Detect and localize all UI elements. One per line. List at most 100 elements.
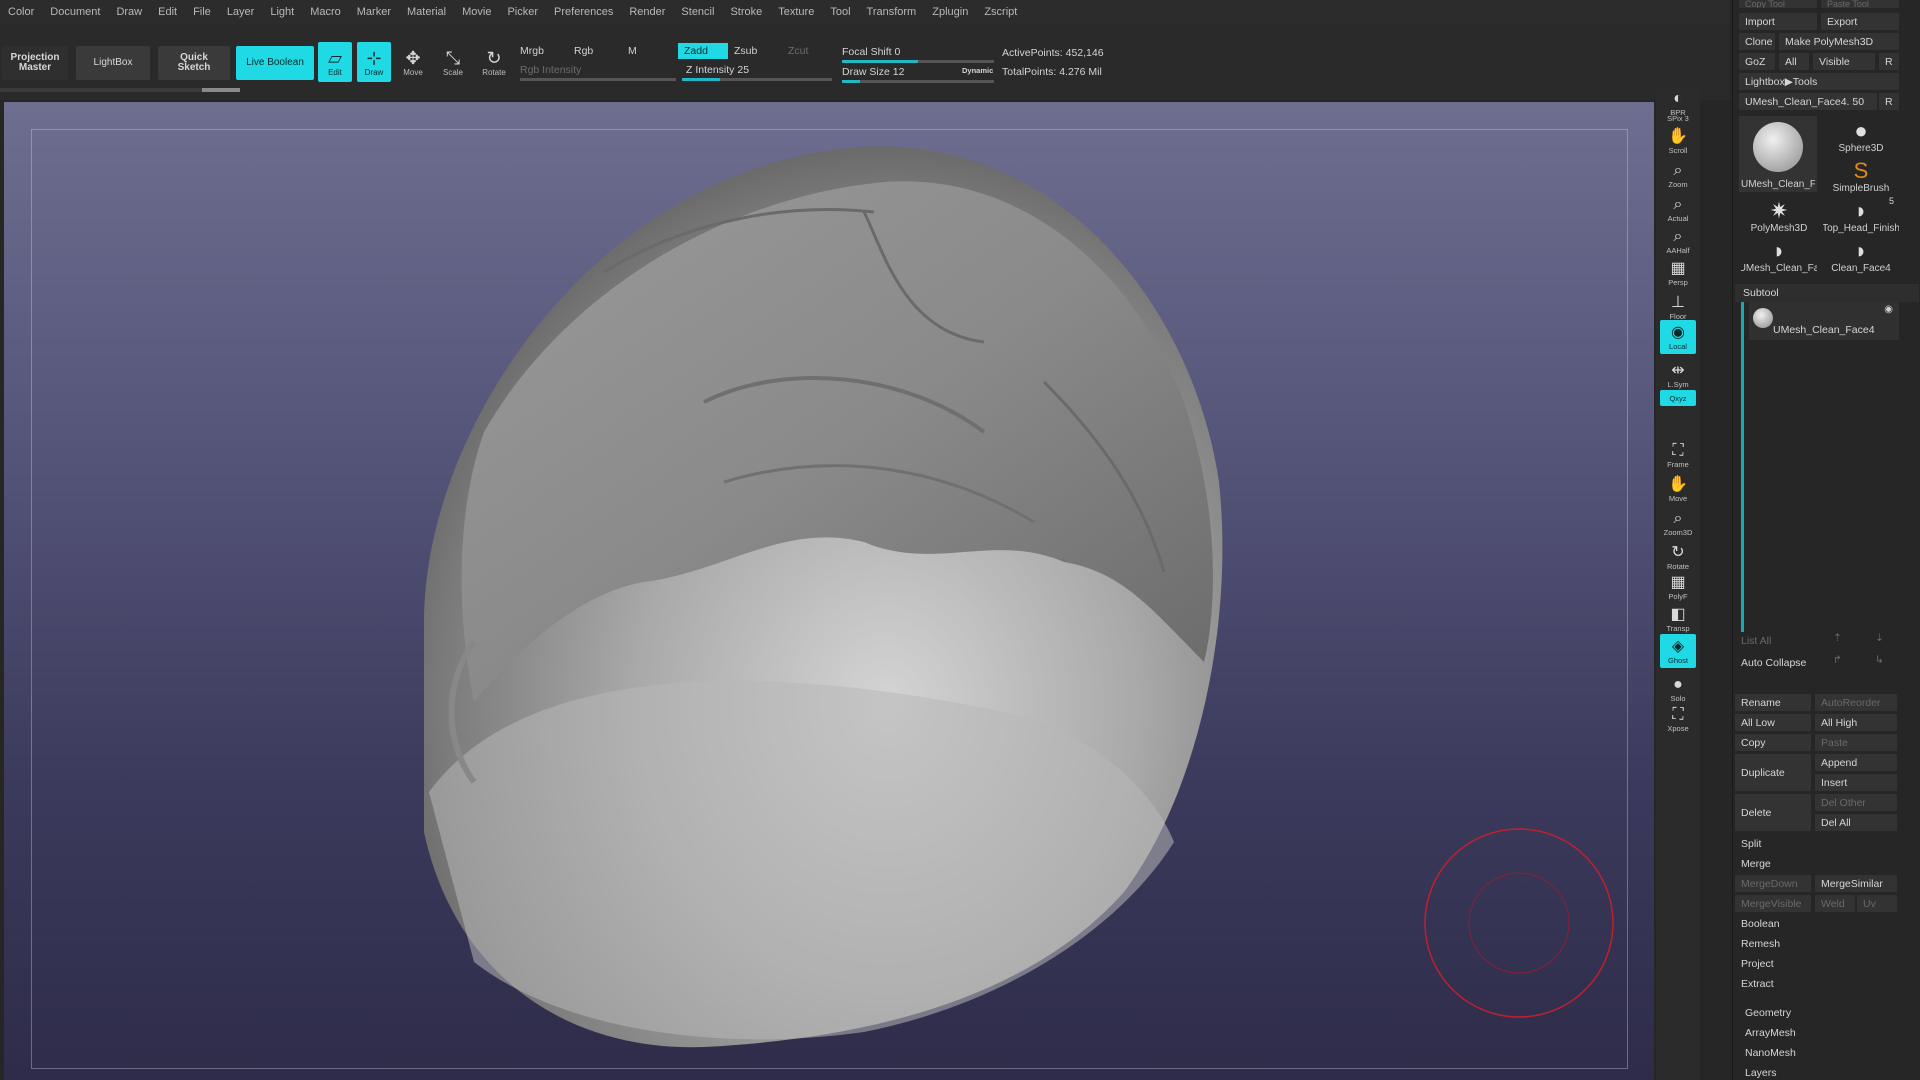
z-intensity-slider[interactable]	[682, 78, 832, 81]
paste-tool-button[interactable]: Paste Tool	[1821, 0, 1899, 8]
del-other-button[interactable]: Del Other	[1815, 794, 1897, 811]
toolbar-scrollbar[interactable]	[0, 88, 240, 92]
rename-button[interactable]: Rename	[1735, 694, 1811, 711]
quick-sketch-button[interactable]: Quick Sketch	[158, 46, 230, 80]
del-all-button[interactable]: Del All	[1815, 814, 1897, 831]
shelf-move-button[interactable]: ✋ Move	[1660, 472, 1696, 506]
tool-thumb-umesh[interactable]: ◗ UMesh_Clean_Fa	[1741, 234, 1817, 275]
subtool-item[interactable]: ◉ UMesh_Clean_Face4	[1749, 302, 1899, 340]
zcut-button[interactable]: Zcut	[782, 43, 822, 59]
lightbox-button[interactable]: LightBox	[76, 46, 150, 80]
mergesimilar-button[interactable]: MergeSimilar	[1815, 875, 1897, 892]
shelf-l-sym-button[interactable]: ⇹ L.Sym	[1660, 358, 1696, 392]
arrow-up-icon[interactable]: ⇡	[1833, 632, 1842, 644]
list-all-button[interactable]: List All	[1735, 632, 1815, 649]
arraymesh-menu[interactable]: ArrayMesh	[1745, 1027, 1796, 1039]
append-button[interactable]: Append	[1815, 754, 1897, 771]
shelf-zoom3d-button[interactable]: ⌕ Zoom3D	[1660, 506, 1696, 540]
duplicate-button[interactable]: Duplicate	[1735, 754, 1811, 791]
menu-item-tool[interactable]: Tool	[822, 6, 858, 18]
export-button[interactable]: Export	[1821, 13, 1899, 30]
make-polymesh-button[interactable]: Make PolyMesh3D	[1779, 33, 1899, 50]
shelf-aahalf-button[interactable]: ⌕ AAHalf	[1660, 224, 1696, 258]
shelf-ghost-button[interactable]: ◈ Ghost	[1660, 634, 1696, 668]
menu-item-macro[interactable]: Macro	[302, 6, 349, 18]
paste-button[interactable]: Paste	[1815, 734, 1897, 751]
goz-button[interactable]: GoZ	[1739, 53, 1775, 70]
menu-item-picker[interactable]: Picker	[499, 6, 546, 18]
edit-button[interactable]: ▱ Edit	[318, 42, 352, 82]
shelf-zoom-button[interactable]: ⌕ Zoom	[1660, 158, 1696, 192]
copy-tool-button[interactable]: Copy Tool	[1739, 0, 1817, 8]
import-button[interactable]: Import	[1739, 13, 1817, 30]
canvas-viewport[interactable]	[4, 102, 1654, 1080]
focal-shift-slider[interactable]	[842, 60, 994, 63]
menu-item-edit[interactable]: Edit	[150, 6, 185, 18]
weld-toggle[interactable]: Weld	[1815, 895, 1855, 912]
tool-thumb-active[interactable]: UMesh_Clean_Fa	[1739, 116, 1817, 192]
subtool-header[interactable]: Subtool	[1735, 284, 1919, 302]
menu-item-preferences[interactable]: Preferences	[546, 6, 621, 18]
scale-button[interactable]: ⤡ Scale	[436, 42, 470, 82]
zsub-button[interactable]: Zsub	[728, 43, 778, 59]
split-section[interactable]: Split	[1735, 835, 1897, 852]
zadd-button[interactable]: Zadd	[678, 43, 728, 59]
shelf-persp-button[interactable]: ▦ Persp	[1660, 256, 1696, 290]
project-section[interactable]: Project	[1735, 955, 1897, 972]
shelf-transp-button[interactable]: ◧ Transp	[1660, 602, 1696, 636]
head-sculpt-model[interactable]	[4, 102, 1654, 1080]
nanomesh-menu[interactable]: NanoMesh	[1745, 1047, 1796, 1059]
menu-item-file[interactable]: File	[185, 6, 219, 18]
menu-item-stencil[interactable]: Stencil	[673, 6, 722, 18]
shelf-rotate-button[interactable]: ↻ Rotate	[1660, 540, 1696, 574]
clone-button[interactable]: Clone	[1739, 33, 1775, 50]
shelf-floor-button[interactable]: ⊥ Floor	[1660, 290, 1696, 324]
goz-all-button[interactable]: All	[1779, 53, 1809, 70]
tool-thumb-sphere3d[interactable]: ● Sphere3D	[1823, 114, 1899, 155]
menu-item-stroke[interactable]: Stroke	[722, 6, 770, 18]
tool-r-button[interactable]: R	[1879, 93, 1899, 110]
subtool-scrollbar[interactable]	[1741, 302, 1744, 632]
layers-menu[interactable]: Layers	[1745, 1067, 1777, 1079]
shelf-qxyz-button[interactable]: Qxyz	[1660, 390, 1696, 406]
m-button[interactable]: M	[622, 43, 662, 59]
live-boolean-button[interactable]: Live Boolean	[236, 46, 314, 80]
extract-section[interactable]: Extract	[1735, 975, 1897, 992]
shelf-solo-button[interactable]: ● Solo	[1660, 672, 1696, 706]
tool-thumb-top-head[interactable]: ◗ Top_Head_Finish	[1823, 194, 1899, 235]
menu-item-texture[interactable]: Texture	[770, 6, 822, 18]
mergedown-button[interactable]: MergeDown	[1735, 875, 1811, 892]
all-high-button[interactable]: All High	[1815, 714, 1897, 731]
menu-item-zscript[interactable]: Zscript	[976, 6, 1025, 18]
goz-r-button[interactable]: R	[1879, 53, 1899, 70]
lightbox-tools-button[interactable]: Lightbox▶Tools	[1739, 73, 1899, 90]
tool-thumb-clean-face4[interactable]: ◗ Clean_Face4	[1823, 234, 1899, 275]
mergevisible-button[interactable]: MergeVisible	[1735, 895, 1811, 912]
arrow-down-icon[interactable]: ⇣	[1875, 632, 1884, 644]
rgb-intensity-slider[interactable]	[520, 78, 676, 81]
goz-visible-button[interactable]: Visible	[1813, 53, 1875, 70]
rgb-button[interactable]: Rgb	[568, 43, 618, 59]
shelf-local-button[interactable]: ◉ Local	[1660, 320, 1696, 354]
current-tool-slider[interactable]: UMesh_Clean_Face4. 50	[1739, 93, 1877, 110]
move-down-icon[interactable]: ↳	[1875, 654, 1884, 666]
draw-button[interactable]: ⊹ Draw	[357, 42, 391, 82]
rotate-button[interactable]: ↻ Rotate	[477, 42, 511, 82]
menu-item-marker[interactable]: Marker	[349, 6, 399, 18]
delete-button[interactable]: Delete	[1735, 794, 1811, 831]
menu-item-layer[interactable]: Layer	[219, 6, 263, 18]
shelf-actual-button[interactable]: ⌕ Actual	[1660, 192, 1696, 226]
shelf-polyf-button[interactable]: ▦ PolyF	[1660, 570, 1696, 604]
menu-item-movie[interactable]: Movie	[454, 6, 499, 18]
tool-thumb-polymesh3d[interactable]: ✷ PolyMesh3D	[1741, 194, 1817, 235]
geometry-menu[interactable]: Geometry	[1745, 1007, 1791, 1019]
autoreorder-button[interactable]: AutoReorder	[1815, 694, 1897, 711]
dynamic-toggle[interactable]: Dynamic	[962, 66, 993, 75]
shelf-scroll-button[interactable]: ✋ Scroll	[1660, 124, 1696, 158]
menu-item-render[interactable]: Render	[621, 6, 673, 18]
shelf-frame-button[interactable]: ⛶ Frame	[1660, 438, 1696, 472]
uv-toggle[interactable]: Uv	[1857, 895, 1897, 912]
merge-section[interactable]: Merge	[1735, 855, 1897, 872]
auto-collapse-button[interactable]: Auto Collapse	[1735, 654, 1825, 671]
tool-thumb-simplebrush[interactable]: S SimpleBrush	[1823, 154, 1899, 195]
